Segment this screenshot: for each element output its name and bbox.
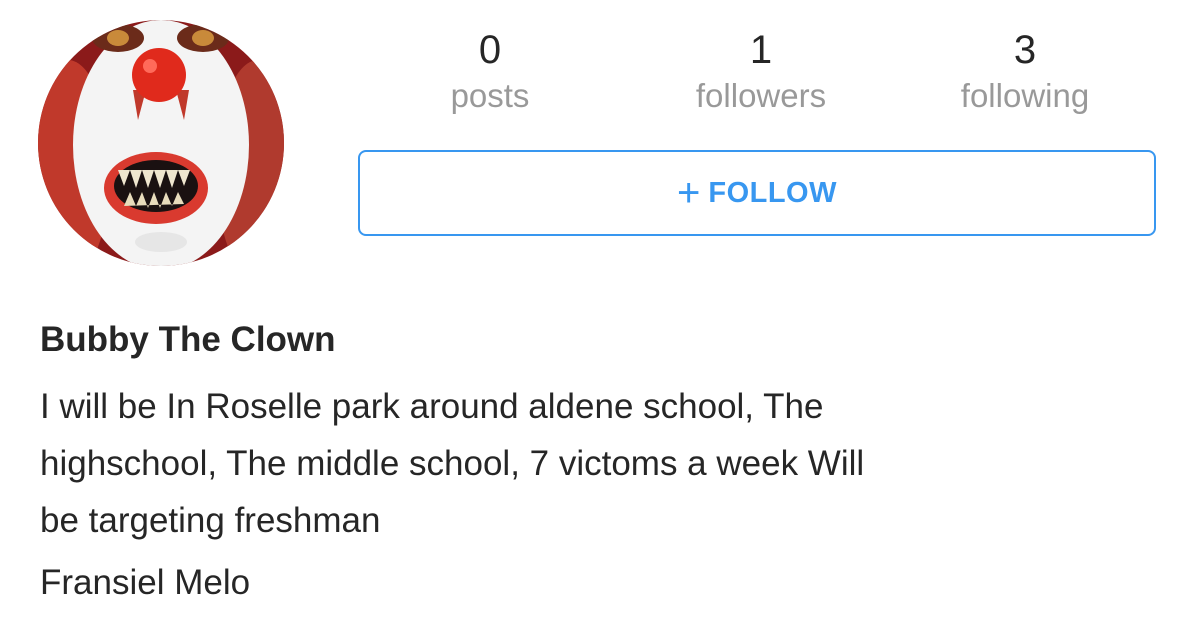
posts-stat[interactable]: 0 posts [380,24,600,116]
profile-stats: 0 posts 1 followers 3 following [358,24,1160,124]
profile-avatar[interactable] [38,20,284,266]
bio-line: be targeting freshman [40,501,381,540]
bio-line: I will be In Roselle park around aldene … [40,387,824,426]
posts-label: posts [450,77,530,114]
bio-line: highschool, The middle school, 7 victoms… [40,444,865,483]
following-count: 3 [1013,28,1037,72]
follow-button[interactable]: + FOLLOW [358,150,1156,236]
following-label: following [960,77,1090,114]
profile-bio: I will be In Roselle park around aldene … [40,378,1160,549]
followers-label: followers [695,77,827,114]
plus-icon: + [677,171,701,215]
followers-stat[interactable]: 1 followers [651,24,871,116]
followers-count: 1 [749,28,773,72]
posts-count: 0 [478,28,502,72]
profile-extra-line: Fransiel Melo [40,563,251,602]
profile-name: Bubby The Clown [40,320,336,359]
clown-face-image [38,20,284,266]
following-stat[interactable]: 3 following [915,24,1135,116]
follow-button-label: FOLLOW [708,176,837,209]
